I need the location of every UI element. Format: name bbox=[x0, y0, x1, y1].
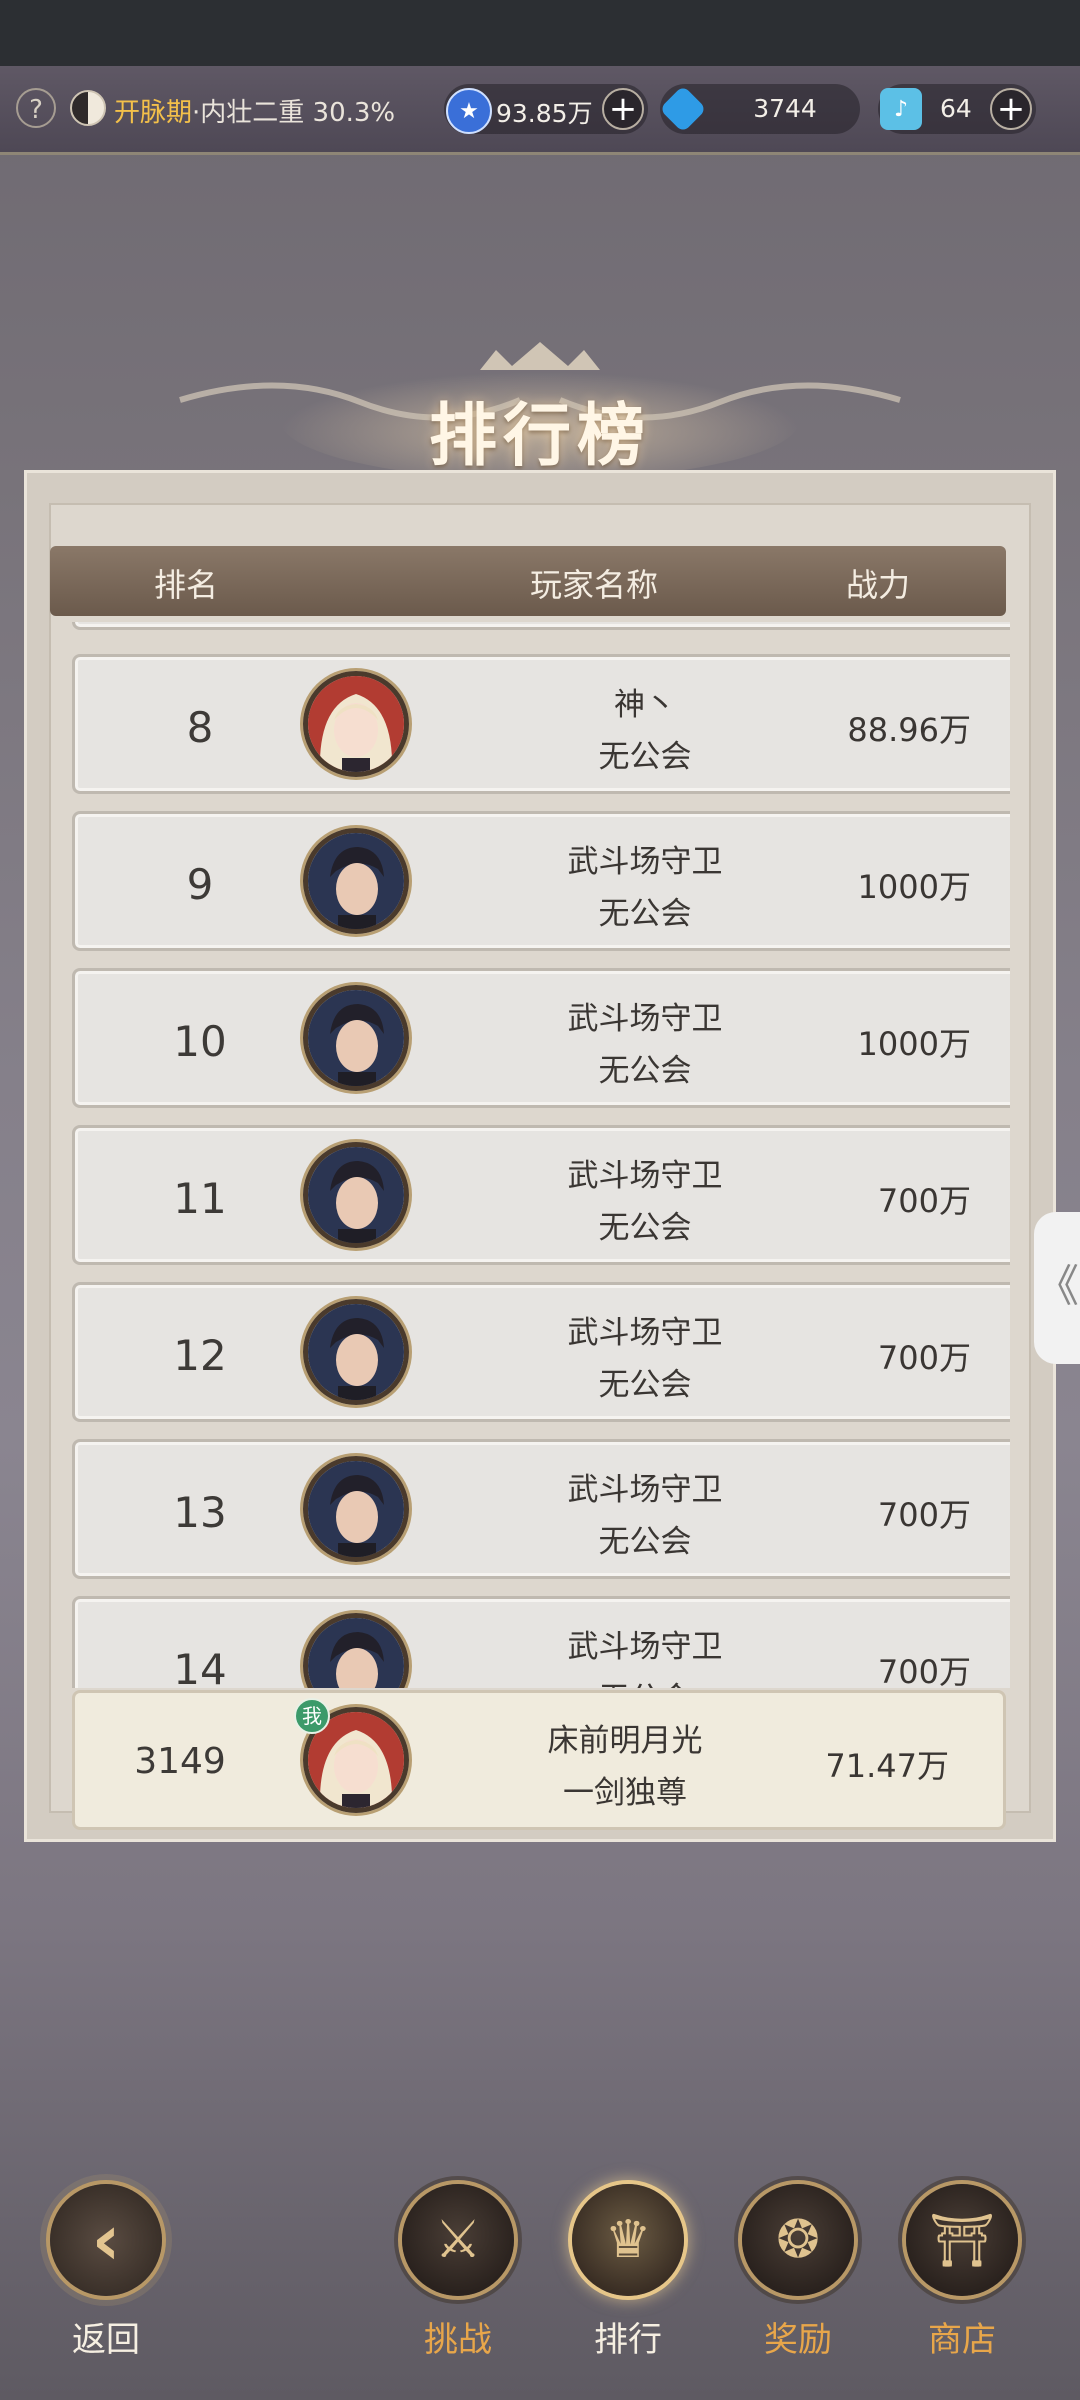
header-power: 战力 bbox=[846, 566, 911, 604]
table-row[interactable]: 13 武斗场守卫 无公会 700万 bbox=[72, 1439, 1010, 1579]
my-power-value: 71.47万 bbox=[825, 1747, 949, 1785]
realm-detail: ·内壮二重 30.3% bbox=[192, 98, 396, 128]
ranking-list[interactable]: 8 神丶 无公会 88.96万 9 武斗场守卫 无公会 1000万 10 武斗场… bbox=[50, 622, 1010, 1688]
table-row[interactable]: 10 武斗场守卫 无公会 1000万 bbox=[72, 968, 1010, 1108]
add-coin-button[interactable]: + bbox=[602, 88, 644, 130]
power-value: 1000万 bbox=[857, 1025, 971, 1063]
table-row[interactable]: 8 神丶 无公会 88.96万 bbox=[72, 654, 1010, 794]
rank-number: 13 bbox=[173, 1488, 227, 1537]
side-drawer-tab[interactable]: 《 bbox=[1034, 1212, 1080, 1364]
challenge-button[interactable]: ⚔ bbox=[402, 2184, 514, 2296]
coin-value: 93.85万 bbox=[496, 99, 593, 128]
me-badge: 我 bbox=[294, 1698, 330, 1734]
avatar[interactable] bbox=[303, 1142, 409, 1248]
player-name: 神丶 bbox=[614, 687, 676, 723]
avatar[interactable] bbox=[303, 1456, 409, 1562]
taiji-icon bbox=[70, 90, 106, 126]
power-value: 1000万 bbox=[857, 868, 971, 906]
guild-name: 无公会 bbox=[598, 739, 692, 775]
header-player-name: 玩家名称 bbox=[530, 566, 659, 604]
my-player-name: 床前明月光 bbox=[547, 1723, 703, 1759]
guild-name: 无公会 bbox=[598, 1367, 692, 1403]
gem-value: 3744 bbox=[753, 94, 817, 123]
table-row[interactable]: 12 武斗场守卫 无公会 700万 bbox=[72, 1282, 1010, 1422]
rank-number: 10 bbox=[173, 1017, 227, 1066]
rank-number: 11 bbox=[173, 1174, 227, 1223]
power-value: 700万 bbox=[877, 1496, 971, 1534]
avatar[interactable] bbox=[303, 671, 409, 777]
star-coin-icon: ★ bbox=[446, 88, 492, 134]
back-button[interactable]: ‹ bbox=[50, 2184, 162, 2296]
page-title: 排行榜 bbox=[428, 396, 651, 476]
table-row[interactable]: 9 武斗场守卫 无公会 1000万 bbox=[72, 811, 1010, 951]
player-name: 武斗场守卫 bbox=[567, 1001, 723, 1037]
rewards-button[interactable]: ❂ bbox=[742, 2184, 854, 2296]
power-value: 700万 bbox=[877, 1653, 971, 1688]
rank-number: 14 bbox=[173, 1645, 227, 1688]
avatar[interactable] bbox=[303, 1299, 409, 1405]
table-row[interactable] bbox=[72, 622, 1010, 630]
power-value: 88.96万 bbox=[847, 711, 971, 749]
ticket-resource: ♪ 64 + bbox=[878, 84, 1036, 134]
ranking-label: 排行 bbox=[594, 2320, 662, 2360]
power-value: 700万 bbox=[877, 1339, 971, 1377]
cultivation-realm: 开脉期·内壮二重 30.3% bbox=[114, 92, 395, 129]
player-name: 武斗场守卫 bbox=[567, 1158, 723, 1194]
blue-gem-icon bbox=[659, 85, 707, 133]
back-arrow-icon: ‹ bbox=[91, 2199, 121, 2281]
guild-name: 无公会 bbox=[598, 1524, 692, 1560]
shop-pavilion-icon: ⛩ bbox=[928, 2210, 995, 2271]
player-name: 武斗场守卫 bbox=[567, 1315, 723, 1351]
jade-ticket-icon: ♪ bbox=[880, 88, 922, 130]
rank-number: 8 bbox=[186, 703, 214, 752]
guild-name: 无公会 bbox=[598, 1053, 692, 1089]
rank-number: 9 bbox=[186, 860, 214, 909]
add-ticket-button[interactable]: + bbox=[990, 88, 1032, 130]
avatar[interactable] bbox=[303, 985, 409, 1091]
avatar[interactable] bbox=[303, 1613, 409, 1688]
status-bar bbox=[0, 0, 1080, 66]
ticket-value: 64 bbox=[940, 94, 972, 123]
table-row[interactable]: 11 武斗场守卫 无公会 700万 bbox=[72, 1125, 1010, 1265]
my-rank-row[interactable]: 3149 床前明月光 一剑独尊 71.47万 bbox=[72, 1690, 1006, 1830]
rank-number: 12 bbox=[173, 1331, 227, 1380]
challenge-label: 挑战 bbox=[424, 2320, 492, 2360]
crossed-swords-icon: ⚔ bbox=[434, 2210, 482, 2270]
reward-chest-icon: ❂ bbox=[776, 2210, 820, 2270]
coin-resource: ★ 93.85万 + bbox=[444, 84, 648, 134]
shop-label: 商店 bbox=[928, 2320, 996, 2360]
guild-name: 无公会 bbox=[495, 1673, 795, 1688]
ranking-button[interactable]: ♛ bbox=[572, 2184, 684, 2296]
rewards-label: 奖励 bbox=[764, 2320, 832, 2360]
help-icon[interactable]: ? bbox=[16, 88, 56, 128]
back-label: 返回 bbox=[72, 2320, 140, 2360]
my-rank-number: 3149 bbox=[134, 1741, 226, 1782]
rank-medal-icon: ♛ bbox=[604, 2210, 652, 2270]
header-rank: 排名 bbox=[154, 566, 219, 604]
player-name: 武斗场守卫 bbox=[567, 844, 723, 880]
realm-stage: 开脉期 bbox=[114, 98, 193, 128]
power-value: 700万 bbox=[877, 1182, 971, 1220]
guild-name: 无公会 bbox=[598, 896, 692, 932]
top-resource-bar: ? 开脉期·内壮二重 30.3% ★ 93.85万 + 3744 ♪ 64 + bbox=[0, 66, 1080, 155]
table-row[interactable]: 14 武斗场守卫 无公会 700万 bbox=[72, 1596, 1010, 1688]
avatar[interactable] bbox=[303, 828, 409, 934]
player-name: 武斗场守卫 bbox=[567, 1629, 723, 1665]
shop-button[interactable]: ⛩ bbox=[906, 2184, 1018, 2296]
gem-resource: 3744 bbox=[659, 84, 860, 134]
table-header: 排名 玩家名称 战力 bbox=[50, 546, 1006, 616]
my-guild-name: 一剑独尊 bbox=[563, 1775, 687, 1811]
guild-name: 无公会 bbox=[598, 1210, 692, 1246]
player-name: 武斗场守卫 bbox=[567, 1472, 723, 1508]
